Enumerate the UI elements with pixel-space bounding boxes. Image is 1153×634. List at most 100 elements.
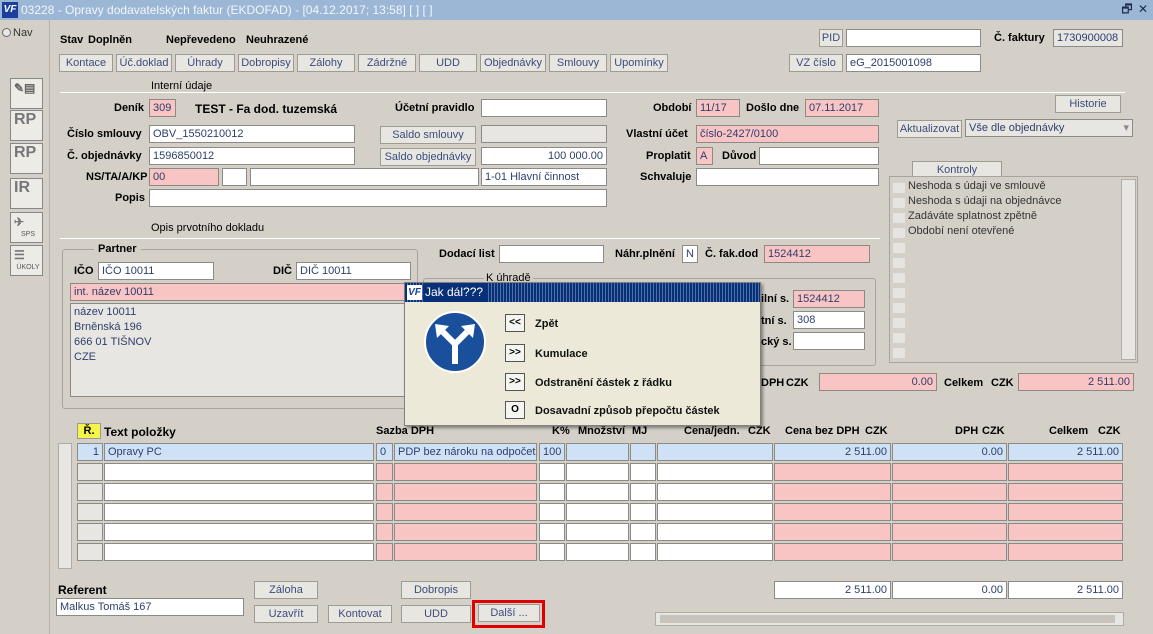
pid-button[interactable]: PID (819, 29, 843, 47)
grid-cell[interactable] (394, 543, 537, 561)
grid-cell[interactable] (774, 523, 891, 541)
grid-cell[interactable] (630, 503, 656, 521)
restore-button[interactable]: 🗗 (1120, 2, 1134, 16)
grid-cell[interactable] (77, 483, 103, 501)
denik-field[interactable]: 309 (149, 99, 176, 117)
grid-cell[interactable] (376, 543, 393, 561)
ucdoklad-button[interactable]: Úč.doklad (116, 54, 172, 72)
int-nazev-field[interactable]: int. název 10011 (70, 283, 410, 301)
row-mnozstvi[interactable] (566, 443, 629, 461)
vse-dle-select[interactable]: Vše dle objednávky ▾ (965, 119, 1133, 137)
row-number[interactable]: 1 (77, 443, 103, 461)
row-celkem[interactable]: 2 511.00 (1008, 443, 1123, 461)
horizontal-scrollbar[interactable] (655, 612, 1124, 626)
grid-cell[interactable] (1008, 463, 1123, 481)
duvod-field[interactable] (759, 147, 879, 165)
kontace-button[interactable]: Kontace (59, 54, 113, 72)
pid-field[interactable] (846, 29, 981, 47)
zalohy-button[interactable]: Zálohy (297, 54, 355, 72)
grid-header-r[interactable]: Ř. (77, 423, 101, 439)
uhrady-button[interactable]: Úhrady (175, 54, 235, 72)
grid-cell[interactable] (892, 483, 1007, 501)
rp-icon[interactable]: RP (10, 110, 43, 141)
grid-cell[interactable] (566, 543, 629, 561)
address-box[interactable]: název 10011 Brněnská 196 666 01 TIŠNOV C… (70, 303, 410, 397)
grid-cell[interactable] (394, 503, 537, 521)
grid-cell[interactable] (892, 503, 1007, 521)
dobropisy-button[interactable]: Dobropisy (238, 54, 294, 72)
dic-field[interactable]: DIČ 10011 (296, 262, 411, 280)
row-k[interactable]: 100 (539, 443, 565, 461)
doslo-field[interactable]: 07.11.2017 (805, 99, 879, 117)
smlouvy-button[interactable]: Smlouvy (549, 54, 607, 72)
scroll-thumb[interactable] (660, 615, 1115, 623)
grid-cell[interactable] (657, 463, 773, 481)
kontovat-button[interactable]: Kontovat (328, 605, 392, 623)
cfaktury-field[interactable]: 1730900008 (1053, 29, 1123, 47)
ir-icon[interactable]: IR (10, 178, 43, 209)
grid-cell[interactable] (394, 523, 537, 541)
objednavky-button[interactable]: Objednávky (480, 54, 546, 72)
grid-cell[interactable] (774, 463, 891, 481)
kontroly-scrollbar[interactable] (1121, 179, 1136, 360)
grid-cell[interactable] (376, 503, 393, 521)
grid-cell[interactable] (104, 463, 374, 481)
dosavadni-option-button[interactable]: O (505, 401, 525, 419)
grid-cell[interactable] (539, 523, 565, 541)
grid-cell[interactable] (1008, 483, 1123, 501)
c-objednavky-field[interactable]: 1596850012 (149, 147, 355, 165)
vz-cislo-field[interactable]: eG_2015001098 (846, 54, 981, 72)
udd-button[interactable]: UDD (401, 605, 471, 623)
grid-cell[interactable] (566, 463, 629, 481)
grid-cell[interactable] (104, 503, 374, 521)
grid-cell[interactable] (77, 543, 103, 561)
grid-cell[interactable] (774, 483, 891, 501)
grid-cell[interactable] (1008, 543, 1123, 561)
row-dph[interactable]: 0.00 (892, 443, 1007, 461)
nstaakp-field[interactable]: 00 (149, 168, 219, 186)
ss-field[interactable] (793, 332, 865, 350)
grid-cell[interactable] (657, 483, 773, 501)
close-button[interactable]: ✕ (1136, 2, 1150, 16)
grid-cell[interactable] (657, 543, 773, 561)
row-sazba[interactable]: 0 (376, 443, 393, 461)
row-mj[interactable] (630, 443, 656, 461)
grid-cell[interactable] (394, 463, 537, 481)
grid-cell[interactable] (630, 483, 656, 501)
grid-cell[interactable] (77, 503, 103, 521)
grid-cell[interactable] (376, 523, 393, 541)
obdobi-field[interactable]: 11/17 (696, 99, 740, 117)
cislo-smlouvy-field[interactable]: OBV_1550210012 (149, 125, 355, 143)
grid-cell[interactable] (566, 523, 629, 541)
dodaci-field[interactable] (499, 245, 604, 263)
zadrzne-button[interactable]: Zádržné (358, 54, 416, 72)
grid-cell[interactable] (376, 483, 393, 501)
zpet-option-button[interactable]: << (505, 314, 525, 332)
proplatit-field[interactable]: A (696, 147, 713, 165)
grid-cell[interactable] (77, 523, 103, 541)
grid-cell[interactable] (104, 483, 374, 501)
cfakdod-field[interactable]: 1524412 (764, 245, 870, 263)
uzavrit-button[interactable]: Uzavřít (254, 605, 318, 623)
ico-field[interactable]: IČO 10011 (98, 262, 214, 280)
grid-cell[interactable] (1008, 523, 1123, 541)
ks-field[interactable]: 308 (793, 311, 865, 329)
ucetni-pravidlo-field[interactable] (481, 99, 607, 117)
dalsi-button[interactable]: Další ... (478, 604, 540, 622)
grid-cell[interactable] (104, 523, 374, 541)
dobropis-button[interactable]: Dobropis (401, 581, 471, 599)
rp-list-icon[interactable]: RP (10, 143, 43, 174)
grid-cell[interactable] (892, 543, 1007, 561)
vs-field[interactable]: 1524412 (793, 290, 865, 308)
schvaluje-field[interactable] (696, 168, 879, 186)
row-sazba-text[interactable]: PDP bez nároku na odpočet (394, 443, 537, 461)
grid-cell[interactable] (892, 523, 1007, 541)
grid-cell[interactable] (892, 463, 1007, 481)
grid-cell[interactable] (630, 523, 656, 541)
grid-cell[interactable] (539, 503, 565, 521)
vz-cislo-button[interactable]: VZ číslo (789, 54, 843, 72)
grid-cell[interactable] (630, 463, 656, 481)
referent-field[interactable]: Malkus Tomáš 167 (56, 598, 244, 616)
grid-cell[interactable] (1008, 503, 1123, 521)
grid-cell[interactable] (539, 463, 565, 481)
